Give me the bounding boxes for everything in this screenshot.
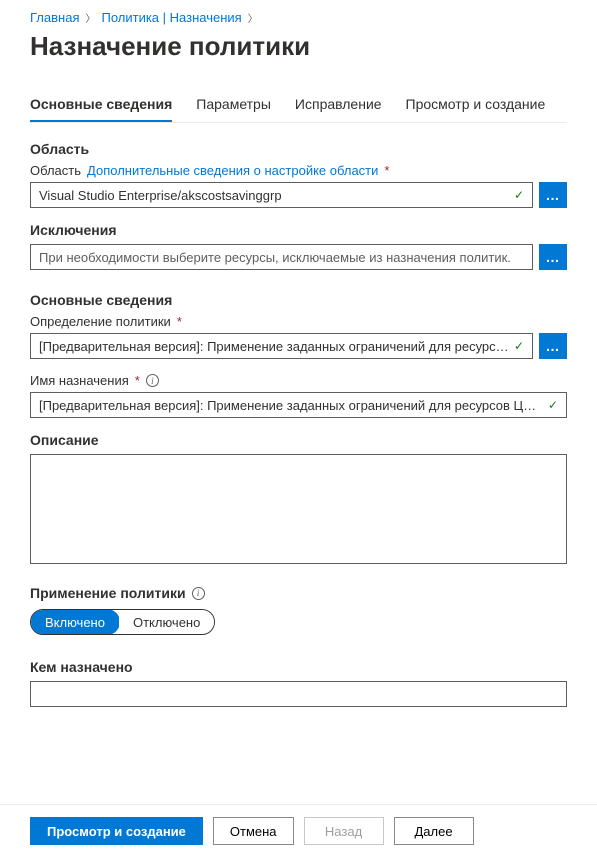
next-button[interactable]: Далее: [394, 817, 474, 845]
footer: Просмотр и создание Отмена Назад Далее: [0, 804, 597, 857]
scope-heading: Область: [30, 141, 567, 157]
ellipsis-icon: …: [546, 187, 561, 203]
exclusions-picker-button[interactable]: …: [539, 244, 567, 270]
breadcrumb-home[interactable]: Главная: [30, 10, 79, 25]
tab-basics[interactable]: Основные сведения: [30, 92, 172, 122]
description-label: Описание: [30, 432, 567, 448]
chevron-right-icon: 〉: [85, 10, 95, 25]
scope-help-link[interactable]: Дополнительные сведения о настройке обла…: [87, 163, 378, 178]
tab-remediation[interactable]: Исправление: [295, 92, 382, 122]
enforcement-toggle[interactable]: Включено Отключено: [30, 609, 215, 635]
definition-picker-button[interactable]: …: [539, 333, 567, 359]
assigned-by-label: Кем назначено: [30, 659, 567, 675]
tabs: Основные сведения Параметры Исправление …: [30, 92, 567, 123]
ellipsis-icon: …: [546, 338, 561, 354]
review-create-button[interactable]: Просмотр и создание: [30, 817, 203, 845]
required-asterisk: *: [135, 373, 140, 388]
info-icon[interactable]: i: [192, 587, 205, 600]
cancel-button[interactable]: Отмена: [213, 817, 294, 845]
description-textarea[interactable]: [30, 454, 567, 564]
scope-picker-button[interactable]: …: [539, 182, 567, 208]
enforcement-label: Применение политики: [30, 585, 186, 601]
breadcrumb: Главная 〉 Политика | Назначения 〉: [30, 10, 567, 25]
scope-value: Visual Studio Enterprise/akscostsavinggr…: [39, 188, 282, 203]
definition-value: [Предварительная версия]: Применение зад…: [39, 339, 509, 354]
exclusions-label: Исключения: [30, 222, 567, 238]
definition-label: Определение политики: [30, 314, 171, 329]
assignment-name-input[interactable]: [Предварительная версия]: Применение зад…: [30, 392, 567, 418]
required-asterisk: *: [177, 314, 182, 329]
chevron-right-icon: 〉: [248, 10, 258, 25]
checkmark-icon: ✓: [514, 339, 524, 353]
exclusions-input[interactable]: [30, 244, 533, 270]
breadcrumb-policy[interactable]: Политика | Назначения: [101, 10, 241, 25]
tab-parameters[interactable]: Параметры: [196, 92, 271, 122]
checkmark-icon: ✓: [514, 188, 524, 202]
assigned-by-input[interactable]: [30, 681, 567, 707]
tab-review[interactable]: Просмотр и создание: [406, 92, 546, 122]
enforcement-disabled[interactable]: Отключено: [119, 610, 214, 634]
page-title: Назначение политики: [30, 31, 567, 62]
definition-input[interactable]: [Предварительная версия]: Применение зад…: [30, 333, 533, 359]
info-icon[interactable]: i: [146, 374, 159, 387]
assignment-name-value: [Предварительная версия]: Применение зад…: [39, 398, 536, 413]
assignment-name-label: Имя назначения: [30, 373, 129, 388]
scope-input[interactable]: Visual Studio Enterprise/akscostsavinggr…: [30, 182, 533, 208]
exclusions-field[interactable]: [39, 245, 524, 269]
scope-label: Область: [30, 163, 81, 178]
required-asterisk: *: [384, 163, 389, 178]
checkmark-icon: ✓: [548, 398, 558, 412]
ellipsis-icon: …: [546, 249, 561, 265]
back-button[interactable]: Назад: [304, 817, 384, 845]
enforcement-enabled[interactable]: Включено: [30, 609, 120, 635]
basics-heading: Основные сведения: [30, 292, 567, 308]
